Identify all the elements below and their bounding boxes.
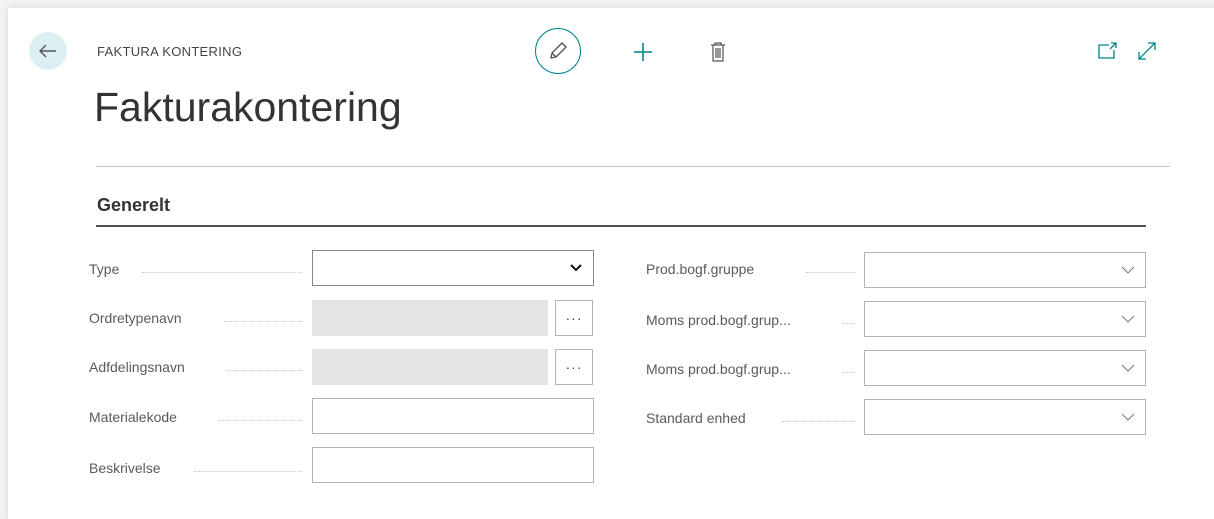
title-divider [96, 166, 1170, 167]
field-label-vat-prod-posting-group-2: Moms prod.bogf.grup... [646, 361, 791, 377]
order-type-name-lookup-button[interactable]: ··· [555, 300, 593, 336]
edit-button[interactable] [535, 28, 581, 74]
page-card: FAKTURA KONTERING Fakturakontering Gener… [8, 8, 1214, 519]
gen-prod-posting-group-select[interactable] [864, 252, 1146, 288]
new-button[interactable] [631, 40, 655, 64]
pencil-icon [550, 42, 567, 59]
field-label-gen-prod-posting-group: Prod.bogf.gruppe [646, 261, 755, 277]
trash-icon [711, 42, 725, 62]
chevron-down-icon [1121, 315, 1135, 323]
section-title[interactable]: Generelt [97, 195, 170, 216]
chevron-down-icon [1121, 266, 1135, 274]
type-select[interactable] [312, 250, 594, 286]
field-label-order-type-name: Ordretypenavn [89, 310, 182, 326]
field-label-standard-unit: Standard enhed [646, 410, 746, 426]
field-label-type: Type [89, 261, 120, 277]
material-code-input[interactable] [312, 398, 594, 434]
chevron-down-icon [570, 264, 582, 272]
vat-prod-posting-group-1-select[interactable] [864, 301, 1146, 337]
dot-leader [142, 272, 302, 273]
popout-icon [1098, 42, 1117, 59]
department-name-field [312, 349, 548, 385]
dot-leader [806, 272, 856, 273]
dot-leader [842, 323, 856, 324]
page-caption: FAKTURA KONTERING [97, 44, 243, 59]
vat-prod-posting-group-2-select[interactable] [864, 350, 1146, 386]
department-name-lookup-button[interactable]: ··· [555, 349, 593, 385]
dot-leader [226, 370, 302, 371]
dot-leader [218, 420, 302, 421]
arrow-left-icon [39, 44, 56, 58]
description-input[interactable] [312, 447, 594, 483]
chevron-down-icon [1121, 413, 1135, 421]
standard-unit-select[interactable] [864, 399, 1146, 435]
field-label-department-name: Adfdelingsnavn [89, 359, 185, 375]
back-button[interactable] [29, 32, 67, 70]
plus-icon [634, 43, 652, 61]
dot-leader [194, 471, 302, 472]
chevron-down-icon [1121, 364, 1135, 372]
order-type-name-field [312, 300, 548, 336]
field-label-description: Beskrivelse [89, 460, 161, 476]
open-new-window-button[interactable] [1097, 41, 1119, 61]
expand-icon [1138, 42, 1156, 60]
page-title: Fakturakontering [94, 84, 402, 130]
dot-leader [224, 321, 302, 322]
field-label-material-code: Materialekode [89, 409, 177, 425]
field-label-vat-prod-posting-group-1: Moms prod.bogf.grup... [646, 312, 791, 328]
expand-button[interactable] [1136, 40, 1158, 62]
section-divider [96, 225, 1146, 227]
dot-leader [842, 372, 856, 373]
delete-button[interactable] [709, 40, 727, 64]
dot-leader [782, 421, 856, 422]
